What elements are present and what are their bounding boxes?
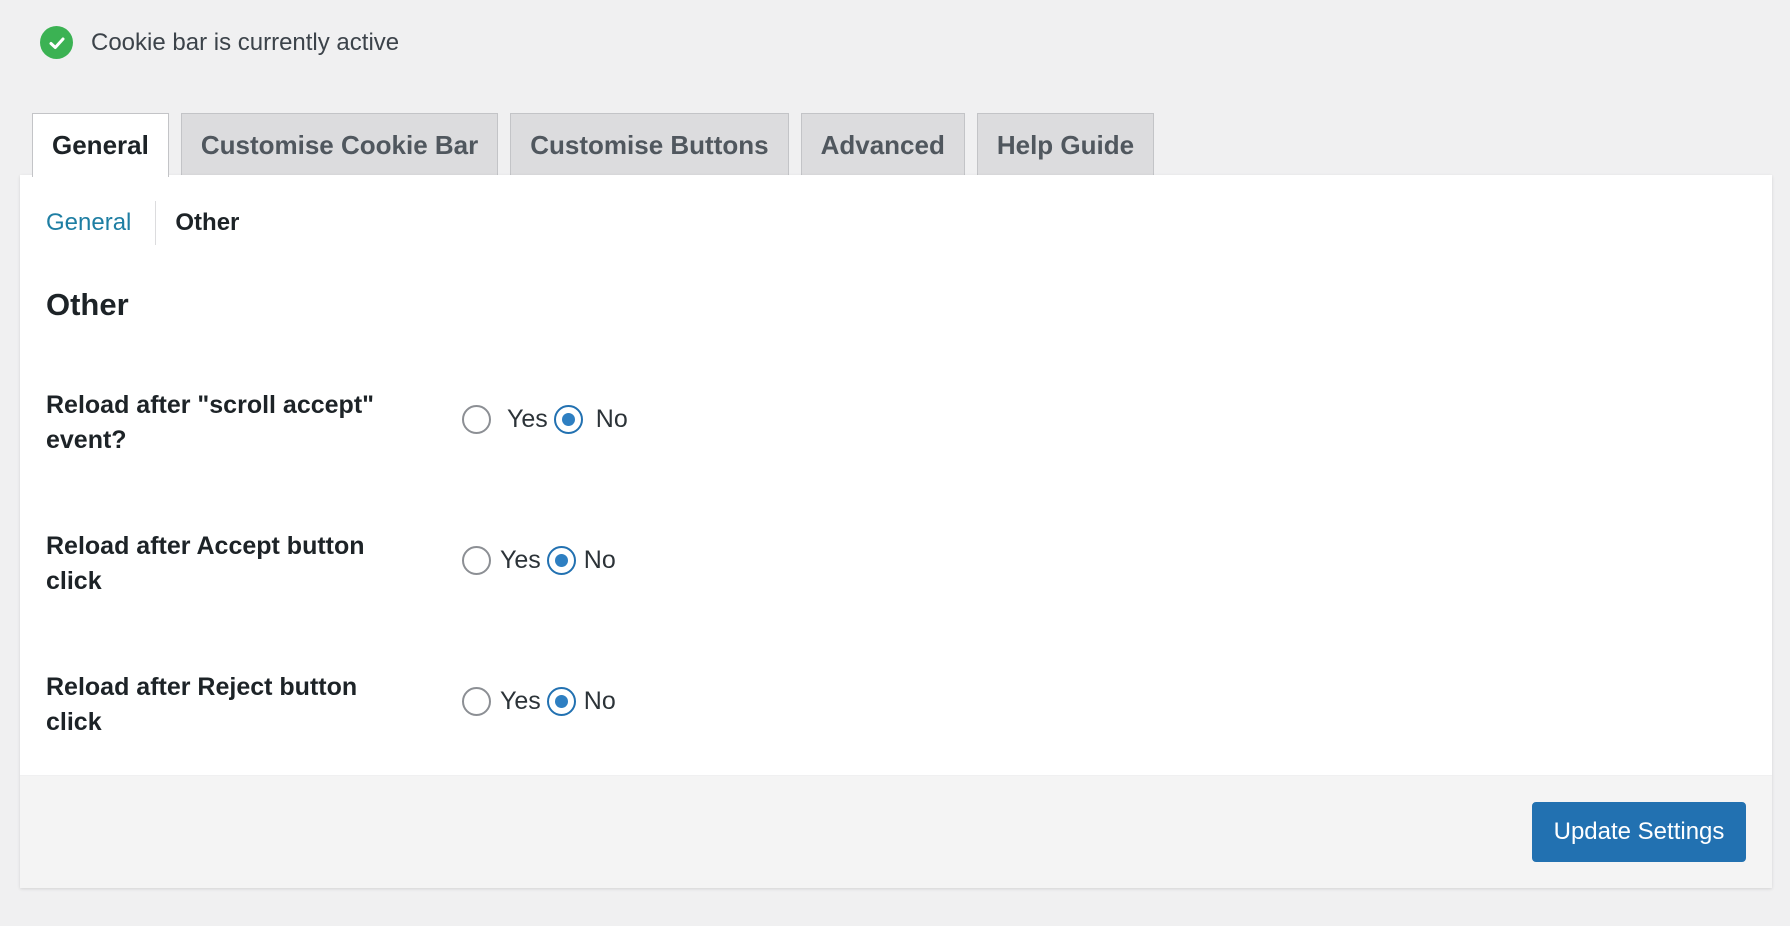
update-settings-button[interactable]: Update Settings <box>1532 802 1746 862</box>
subnav-general-link[interactable]: General <box>46 209 131 237</box>
radio-group: Yes No <box>462 687 622 716</box>
tab-general[interactable]: General <box>32 113 169 177</box>
tab-customise-cookie-bar[interactable]: Customise Cookie Bar <box>180 113 499 176</box>
sub-navigation: General Other <box>46 201 239 245</box>
radio-no-label[interactable]: No <box>584 687 616 716</box>
radio-no-label[interactable]: No <box>596 405 628 434</box>
setting-label: Reload after Reject button click <box>46 673 358 736</box>
radio-yes-label[interactable]: Yes <box>507 405 548 434</box>
settings-panel: General Other Other Reload after "scroll… <box>20 175 1772 888</box>
subnav-other-link[interactable]: Other <box>175 209 239 237</box>
setting-label: Reload after "scroll accept" event? <box>46 391 374 454</box>
radio-group: Yes No <box>462 405 634 434</box>
cookie-bar-status: Cookie bar is currently active <box>40 26 399 59</box>
settings-tabs: General Customise Cookie Bar Customise B… <box>32 113 1166 177</box>
radio-no[interactable] <box>546 546 576 575</box>
radio-no[interactable] <box>553 405 583 434</box>
radio-yes-label[interactable]: Yes <box>500 546 541 575</box>
radio-no[interactable] <box>546 687 576 716</box>
section-title: Other <box>46 287 129 322</box>
tab-customise-buttons[interactable]: Customise Buttons <box>510 113 789 176</box>
tab-advanced[interactable]: Advanced <box>800 113 965 176</box>
check-circle-icon <box>40 26 73 59</box>
tab-help-guide[interactable]: Help Guide <box>976 113 1155 176</box>
setting-label: Reload after Accept button click <box>46 532 365 595</box>
radio-group: Yes No <box>462 546 622 575</box>
radio-yes-label[interactable]: Yes <box>500 687 541 716</box>
radio-yes[interactable] <box>462 687 491 716</box>
radio-yes[interactable] <box>462 546 491 575</box>
radio-yes[interactable] <box>462 405 491 434</box>
radio-no-label[interactable]: No <box>584 546 616 575</box>
subnav-divider <box>155 201 157 245</box>
status-text: Cookie bar is currently active <box>91 28 400 56</box>
panel-footer: Update Settings <box>20 775 1772 888</box>
